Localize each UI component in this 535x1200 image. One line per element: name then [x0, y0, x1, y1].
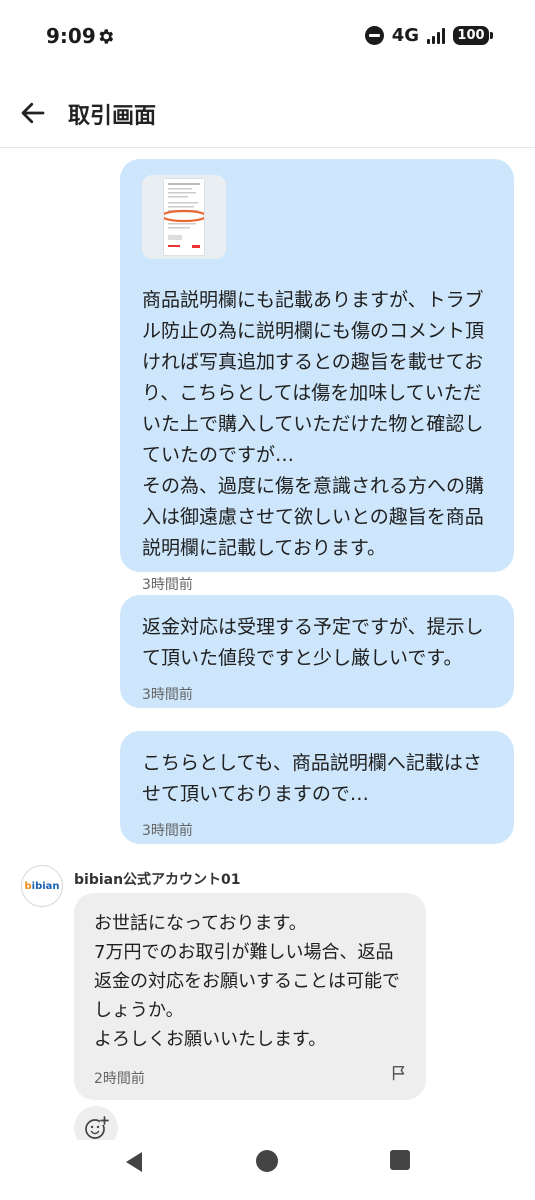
outgoing-message: こちらとしても、商品説明欄へ記載はさせて頂いておりますので… 3時間前 [120, 731, 514, 844]
screenshot-preview [160, 179, 208, 255]
message-timestamp: 3時間前 [142, 823, 193, 839]
attached-image-thumbnail[interactable] [142, 175, 226, 259]
back-arrow-icon[interactable] [18, 98, 48, 128]
message-text: 返金対応は受理する予定ですが、提示して頂いた値段ですと少し厳しいです。 [142, 616, 484, 669]
settings-gear-icon [99, 29, 114, 44]
report-flag-icon[interactable] [390, 1064, 408, 1082]
signal-icon [427, 27, 445, 44]
page-title: 取引画面 [68, 104, 157, 129]
message-text: こちらとしても、商品説明欄へ記載はさせて頂いておりますので… [142, 752, 482, 805]
nav-home-icon[interactable] [256, 1150, 278, 1172]
outgoing-message: 商品説明欄にも記載ありますが、トラブル防止の為に説明欄にも傷のコメント頂ければ写… [120, 159, 514, 593]
status-time: 9:09 [46, 24, 96, 48]
message-timestamp: 3時間前 [142, 577, 193, 593]
bibian-logo: bibian [24, 880, 60, 892]
message-timestamp: 3時間前 [142, 687, 193, 703]
battery-icon: 100 [453, 26, 493, 45]
status-indicators: 4G 100 [364, 25, 493, 46]
network-type: 4G [391, 25, 419, 46]
battery-level: 100 [457, 28, 485, 43]
system-navigation-bar [0, 1140, 535, 1200]
top-app-bar: 取引画面 [0, 78, 535, 148]
message-text: お世話になっております。 7万円でのお取引が難しい場合、返品返金の対応をお願いす… [94, 913, 400, 1050]
sender-avatar[interactable]: bibian [21, 865, 63, 907]
add-reaction-icon [85, 1116, 109, 1139]
message-timestamp: 2時間前 [94, 1071, 145, 1087]
status-bar: 9:09 4G 100 [0, 0, 535, 78]
message-text: 商品説明欄にも記載ありますが、トラブル防止の為に説明欄にも傷のコメント頂ければ写… [142, 289, 485, 559]
sender-name: bibian公式アカウント01 [74, 872, 241, 888]
nav-recents-icon[interactable] [390, 1150, 410, 1170]
incoming-message: お世話になっております。 7万円でのお取引が難しい場合、返品返金の対応をお願いす… [74, 893, 426, 1100]
document-preview-graphic [160, 183, 208, 248]
do-not-disturb-icon [364, 26, 384, 45]
outgoing-message: 返金対応は受理する予定ですが、提示して頂いた値段ですと少し厳しいです。 3時間前 [120, 595, 514, 708]
nav-back-icon[interactable] [122, 1150, 146, 1174]
